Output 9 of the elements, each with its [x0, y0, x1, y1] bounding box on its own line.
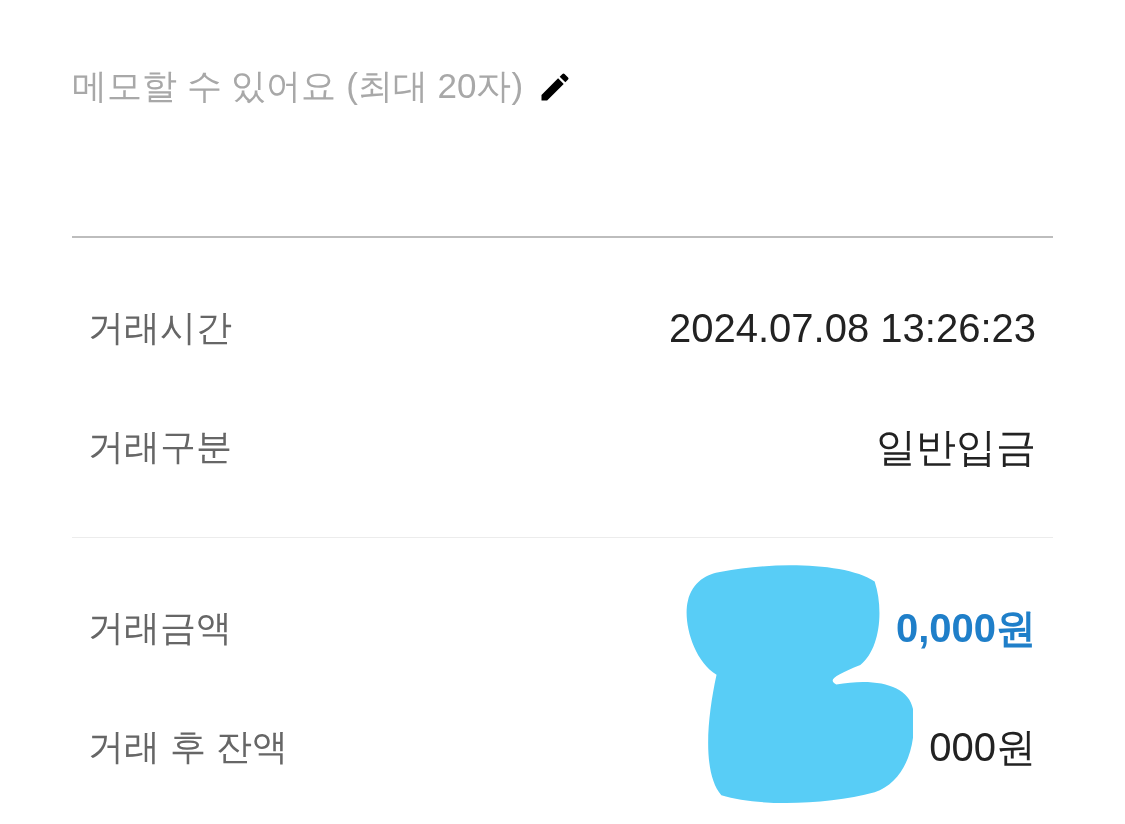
detail-label: 거래시간 [88, 305, 232, 350]
detail-value: 0,000원 [895, 604, 1036, 652]
memo-field[interactable]: 메모할 수 있어요 (최대 20자) [72, 63, 524, 110]
detail-label: 거래 후 잔액 [88, 724, 288, 769]
detail-value: 000원 [929, 723, 1036, 771]
detail-value: 2024.07.08 13:26:23 [669, 304, 1036, 352]
detail-label: 거래금액 [88, 605, 232, 650]
detail-label: 거래구분 [88, 424, 232, 469]
detail-value: 일반입금 [876, 423, 1036, 471]
